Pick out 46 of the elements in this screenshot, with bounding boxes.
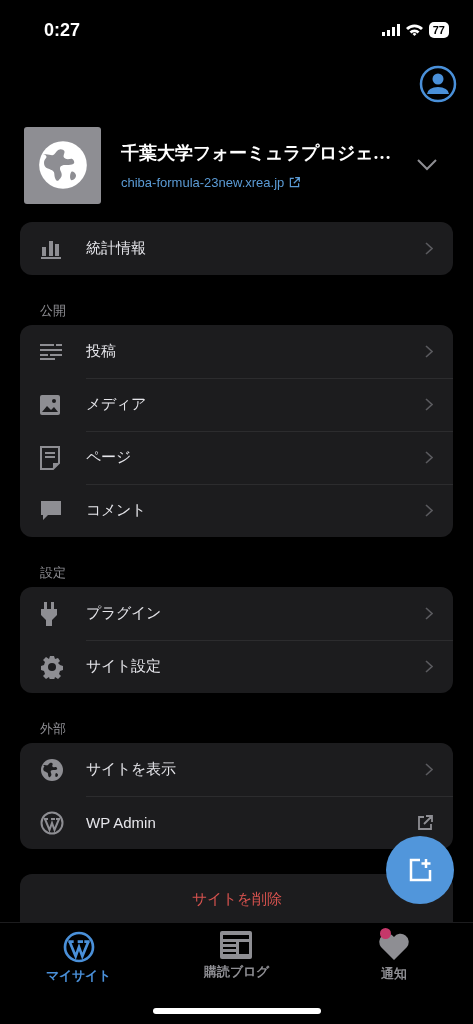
add-page-icon xyxy=(408,858,432,882)
status-time: 0:27 xyxy=(44,19,81,41)
chevron-right-icon xyxy=(425,607,433,620)
chevron-right-icon xyxy=(425,660,433,673)
chevron-right-icon xyxy=(425,345,433,358)
section-title: 外部 xyxy=(39,720,67,738)
chevron-right-icon xyxy=(425,398,433,411)
chevron-right-icon xyxy=(425,451,433,464)
menu-item[interactable]: 統計情報 xyxy=(20,222,453,275)
chevron-right-icon xyxy=(425,504,433,517)
plug-icon xyxy=(40,601,58,626)
battery-level: 77 xyxy=(428,22,449,38)
chevron-right-icon xyxy=(425,242,433,255)
site-url-link[interactable]: chiba-formula-23new.xrea.jp xyxy=(121,174,397,190)
account-avatar-icon[interactable] xyxy=(419,65,457,103)
globe-icon xyxy=(40,757,64,782)
menu-item[interactable]: プラグイン xyxy=(20,587,453,640)
gear-icon xyxy=(40,654,64,679)
tab-item[interactable]: 通知 xyxy=(315,923,473,1024)
section-title: 設定 xyxy=(39,564,67,582)
delete-site-button[interactable]: サイトを削除 xyxy=(20,874,453,922)
menu-item[interactable]: サイト設定 xyxy=(20,640,453,693)
external-link-icon xyxy=(289,176,301,188)
globe-icon xyxy=(36,139,89,191)
site-title: 千葉大学フォーミュラプロジェ… xyxy=(121,141,392,165)
signal-icon xyxy=(381,24,400,36)
tab-item[interactable]: マイサイト xyxy=(0,923,158,1024)
speech-bubble-icon xyxy=(40,499,62,522)
wordpress-icon xyxy=(62,931,95,963)
menu-item[interactable]: ページ xyxy=(20,431,453,484)
image-icon xyxy=(40,394,60,415)
newspaper-icon xyxy=(220,931,253,959)
menu-item[interactable]: WP Admin xyxy=(20,796,453,849)
menu-item[interactable]: 投稿 xyxy=(20,325,453,378)
page-icon xyxy=(40,445,60,470)
wifi-icon xyxy=(405,24,423,36)
external-link-icon xyxy=(417,814,433,831)
menu-item[interactable]: サイトを表示 xyxy=(20,743,453,796)
menu-item[interactable]: コメント xyxy=(20,484,453,537)
wordpress-icon xyxy=(40,810,64,835)
text-lines-icon xyxy=(40,342,62,361)
menu-item[interactable]: メディア xyxy=(20,378,453,431)
section-title: 公開 xyxy=(39,302,67,320)
chevron-down-icon[interactable] xyxy=(417,159,437,171)
chevron-right-icon xyxy=(425,763,433,776)
heart-icon xyxy=(378,931,411,961)
